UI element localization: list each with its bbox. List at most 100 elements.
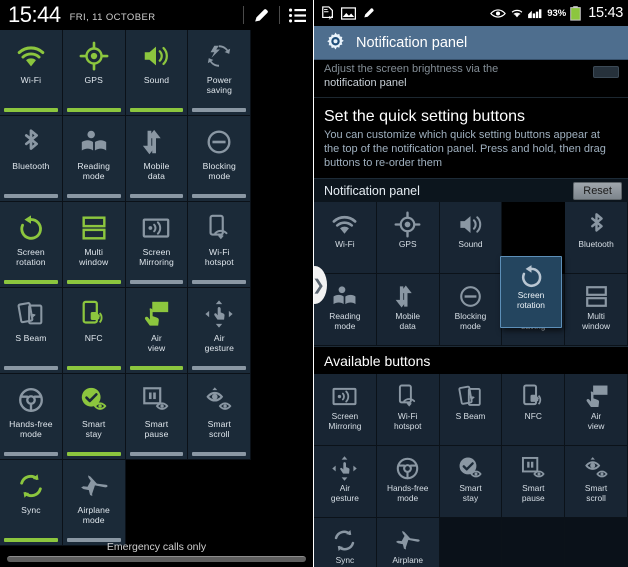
available-tile-label: Smart pause xyxy=(521,483,545,503)
wifi-hotspot-icon xyxy=(394,381,421,411)
quick-tile-wi-fi-hotspot[interactable]: Wi-Fi hotspot xyxy=(188,202,252,288)
multi-window-icon xyxy=(79,211,109,245)
available-tile-smart-scroll[interactable]: Smart scroll xyxy=(565,446,628,518)
sync-icon xyxy=(16,469,46,503)
quick-tile-smart-pause[interactable]: Smart pause xyxy=(125,374,189,460)
blocking-mode-icon xyxy=(204,125,234,159)
quick-tile-label: Wi-Fi xyxy=(20,75,42,85)
quick-tile-reading-mode[interactable]: Reading mode xyxy=(62,116,126,202)
quick-tile-sound[interactable]: Sound xyxy=(125,30,189,116)
available-tile-wi-fi-hotspot[interactable]: Wi-Fi hotspot xyxy=(376,374,440,446)
screen-rotation-icon xyxy=(518,263,545,290)
available-tile-s-beam[interactable]: S Beam xyxy=(439,374,503,446)
list-icon[interactable] xyxy=(288,7,307,24)
smart-stay-icon xyxy=(79,383,109,417)
brightness-setting-row[interactable]: Adjust the screen brightness via the not… xyxy=(314,60,628,98)
quick-tile-screen-rotation[interactable]: Screen rotation xyxy=(0,202,63,288)
available-tile-airplane-mode[interactable]: Airplane mode xyxy=(376,518,440,567)
hands-free-icon xyxy=(16,383,46,417)
hands-free-icon xyxy=(394,453,421,483)
brightness-checkbox[interactable] xyxy=(593,66,619,78)
available-tile-label: S Beam xyxy=(455,411,486,421)
status-divider-2 xyxy=(279,6,280,24)
quick-tile-air-gesture[interactable]: Air gesture xyxy=(188,288,252,374)
quick-setting-section-header: Set the quick setting buttons You can cu… xyxy=(314,98,628,178)
mobile-data-icon xyxy=(141,125,171,159)
quick-tile-label: Air view xyxy=(147,333,166,353)
available-tile-label: Screen Mirroring xyxy=(328,411,362,431)
smart-scroll-icon xyxy=(204,383,234,417)
wifi-icon xyxy=(510,7,524,19)
quick-tile-airplane-mode[interactable]: Airplane mode xyxy=(62,460,126,546)
left-status-bar: 15:44 FRI, 11 OCTOBER xyxy=(0,0,313,30)
notification-panel-tile-label: Blocking mode xyxy=(454,311,487,331)
notification-panel-grid: Screen rotation Wi-Fi GPS Sound Bluetooth Re… xyxy=(314,202,628,346)
quick-tile-label: Wi-Fi hotspot xyxy=(204,247,234,267)
available-tile-nfc[interactable]: NFC xyxy=(502,374,566,446)
quick-tile-mobile-data[interactable]: Mobile data xyxy=(125,116,189,202)
notification-panel-tile-label: GPS xyxy=(398,239,417,249)
available-tile-smart-stay[interactable]: Smart stay xyxy=(439,446,503,518)
available-tile-screen-mirroring[interactable]: Screen Mirroring xyxy=(314,374,377,446)
screenshot-root: 15:44 FRI, 11 OCTOBER Wi-Fi GPS Sound Power… xyxy=(0,0,628,567)
available-tile-hands-free-mode[interactable]: Hands-free mode xyxy=(376,446,440,518)
chevron-glyph: ❯ xyxy=(314,276,325,294)
available-tile-smart-pause[interactable]: Smart pause xyxy=(502,446,566,518)
quick-tile-nfc[interactable]: NFC xyxy=(62,288,126,374)
quick-tile-wi-fi[interactable]: Wi-Fi xyxy=(0,30,63,116)
blocking-mode-icon xyxy=(457,281,484,311)
quick-tile-screen-mirroring[interactable]: Screen Mirroring xyxy=(125,202,189,288)
available-tile-label: Smart stay xyxy=(459,483,482,503)
smart-stay-icon xyxy=(457,453,484,483)
quick-tile-state-bar xyxy=(4,366,58,370)
quick-tile-air-view[interactable]: Air view xyxy=(125,288,189,374)
shade-drag-handle[interactable] xyxy=(7,556,306,562)
quick-tile-bluetooth[interactable]: Bluetooth xyxy=(0,116,63,202)
dragging-tile-screen-rotation[interactable]: Screen rotation xyxy=(500,256,562,328)
screen-rotation-icon xyxy=(16,211,46,245)
notification-panel-tile-sound[interactable]: Sound xyxy=(439,202,503,274)
quick-tile-s-beam[interactable]: S Beam xyxy=(0,288,63,374)
available-buttons-label: Available buttons xyxy=(324,353,431,369)
quick-tile-label: Sound xyxy=(143,75,170,85)
available-buttons-grid: Screen Mirroring Wi-Fi hotspot S Beam NFC Ai… xyxy=(314,374,628,567)
notification-panel-tile-gps[interactable]: GPS xyxy=(376,202,440,274)
quick-tile-sync[interactable]: Sync xyxy=(0,460,63,546)
notification-panel-tile-label: Reading mode xyxy=(329,311,361,331)
airplane-mode-icon xyxy=(79,469,109,503)
quick-tile-label: Blocking mode xyxy=(202,161,236,181)
notification-panel-tile-bluetooth[interactable]: Bluetooth xyxy=(565,202,628,274)
mobile-data-icon xyxy=(394,281,421,311)
right-clock: 15:43 xyxy=(588,5,623,21)
notification-panel-tile-multi-window[interactable]: Multi window xyxy=(565,274,628,346)
quick-tile-smart-scroll[interactable]: Smart scroll xyxy=(188,374,252,460)
quick-tile-smart-stay[interactable]: Smart stay xyxy=(62,374,126,460)
quick-tile-label: Airplane mode xyxy=(77,505,110,525)
settings-gear-icon[interactable] xyxy=(324,31,347,54)
quick-tile-label: NFC xyxy=(84,333,103,343)
quick-tile-gps[interactable]: GPS xyxy=(62,30,126,116)
left-date: FRI, 11 OCTOBER xyxy=(69,12,156,23)
quick-tile-label: Power saving xyxy=(206,75,233,95)
smart-pause-icon xyxy=(141,383,171,417)
quick-tile-power-saving[interactable]: Power saving xyxy=(188,30,252,116)
available-tile-air-gesture[interactable]: Air gesture xyxy=(314,446,377,518)
notification-panel-tile-mobile-data[interactable]: Mobile data xyxy=(376,274,440,346)
notification-panel-tile-wi-fi[interactable]: Wi-Fi xyxy=(314,202,377,274)
quick-tile-blocking-mode[interactable]: Blocking mode xyxy=(188,116,252,202)
nfc-icon xyxy=(79,297,109,331)
quick-tile-label: Smart pause xyxy=(144,419,169,439)
quick-settings-grid: Wi-Fi GPS Sound Power saving Bluetooth Readin… xyxy=(0,30,313,567)
s-beam-icon xyxy=(457,381,484,411)
signal-bars-icon xyxy=(528,7,543,19)
quick-tile-multi-window[interactable]: Multi window xyxy=(62,202,126,288)
notification-panel-tile-blocking-mode[interactable]: Blocking mode xyxy=(439,274,503,346)
available-tile-sync[interactable]: Sync xyxy=(314,518,377,567)
quick-tile-hands-free-mode[interactable]: Hands-free mode xyxy=(0,374,63,460)
available-tile-label: Smart scroll xyxy=(584,483,608,503)
reset-button[interactable]: Reset xyxy=(573,181,622,200)
notification-panel-subheader: Notification panel Reset xyxy=(314,178,628,202)
available-tile-air-view[interactable]: Air view xyxy=(565,374,628,446)
edit-pencil-icon[interactable] xyxy=(252,6,271,25)
quick-tile-label: S Beam xyxy=(15,333,47,343)
